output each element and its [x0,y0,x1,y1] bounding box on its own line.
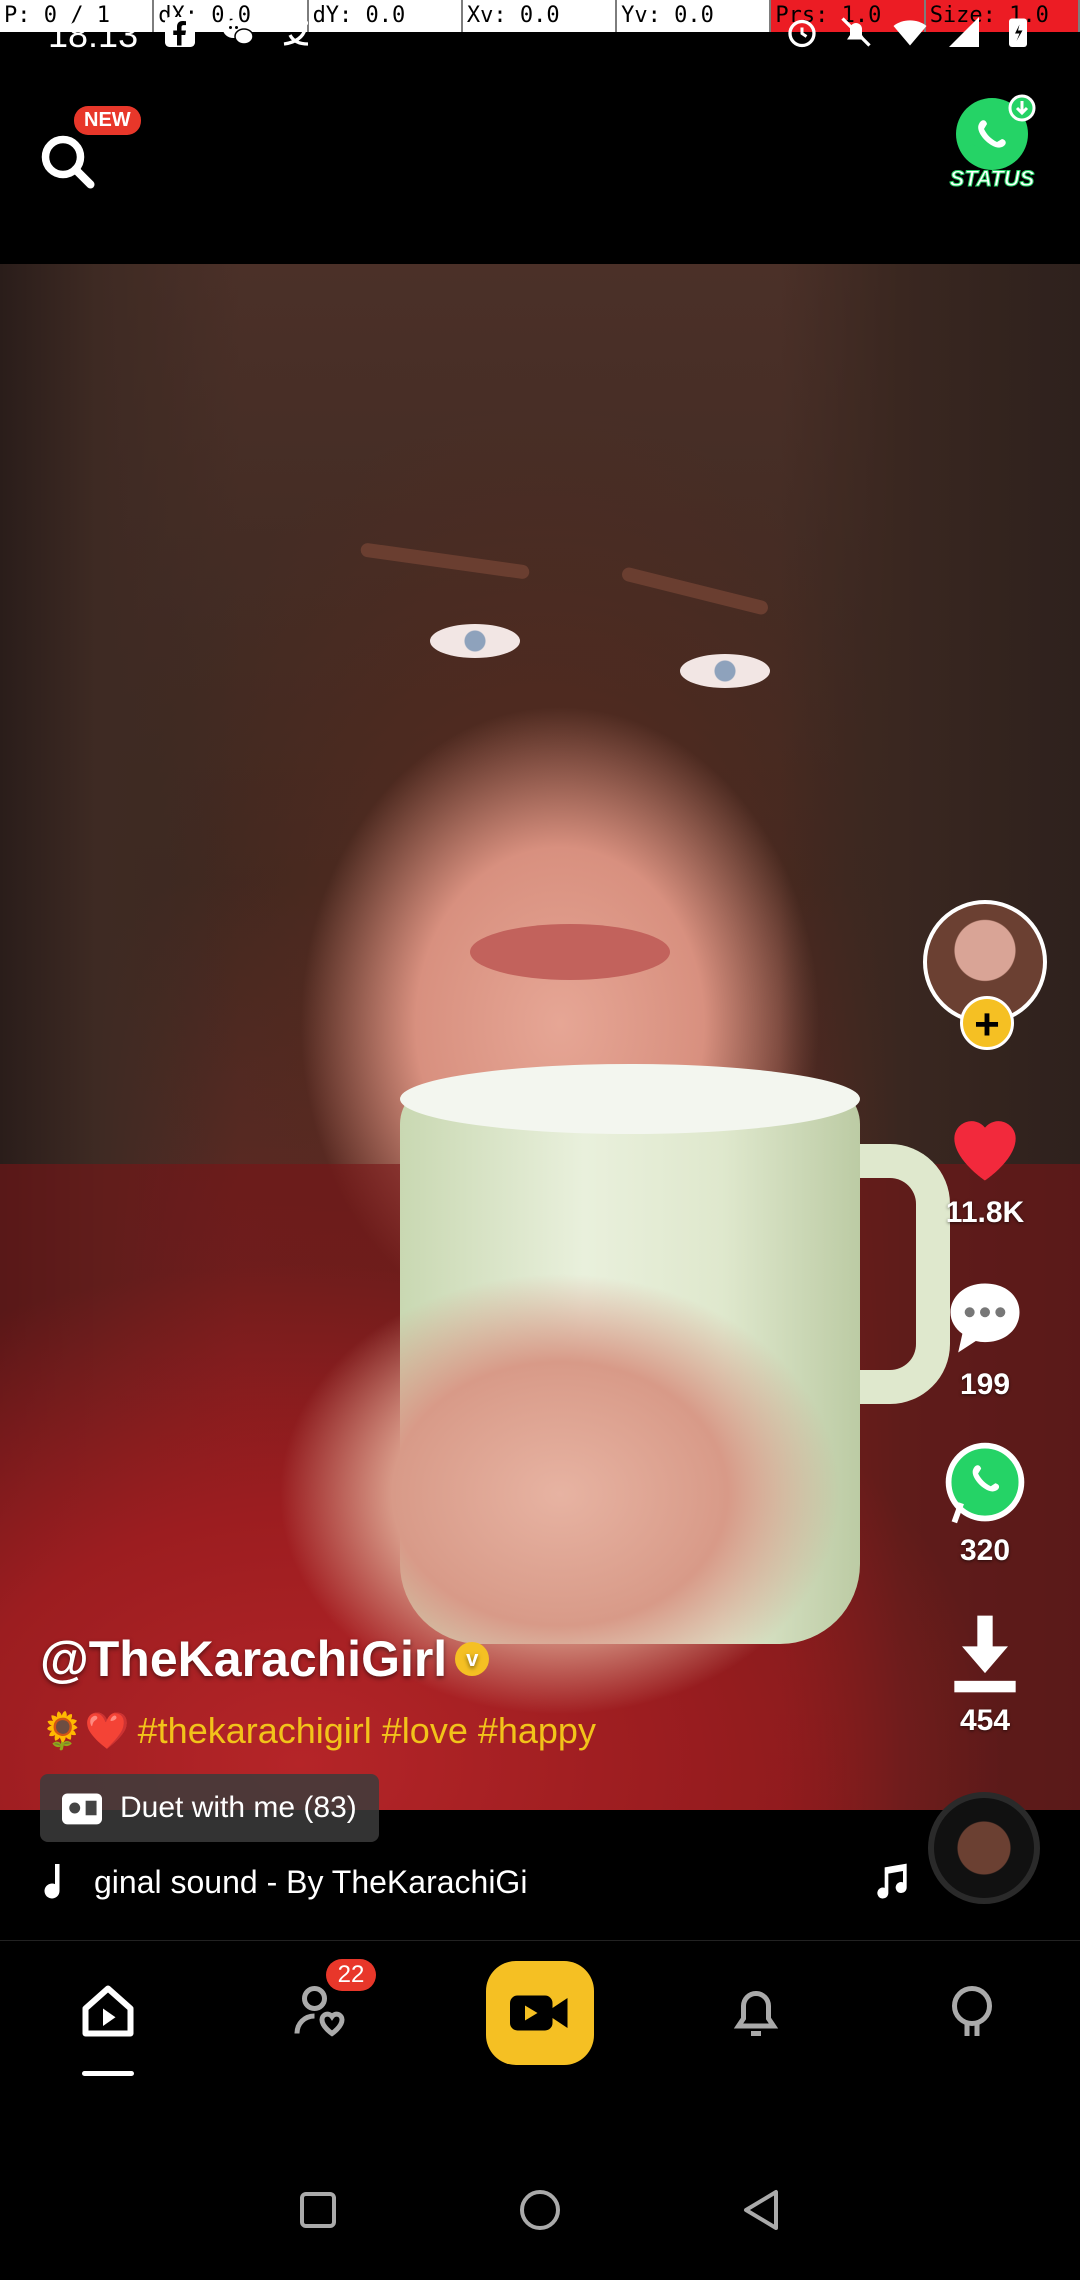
nav-profile[interactable] [902,1941,1042,2081]
comment-button[interactable]: 199 [920,1272,1050,1402]
sound-row[interactable]: ginal sound - By TheKarachiGi [40,1852,920,1912]
comment-icon [950,1283,1020,1353]
pointer-count: P: 0 / 1 [0,0,155,32]
whatsapp-status-icon: STATUS [949,94,1036,192]
download-icon [954,1615,1016,1693]
new-badge: NEW [74,106,141,135]
video-frame-eye-right [680,654,770,688]
top-header: NEW STATUS [0,64,1080,264]
record-button[interactable] [486,1961,594,2065]
sound-disc[interactable] [928,1792,1040,1904]
follow-plus-icon[interactable]: + [960,996,1014,1050]
video-frame-eye-left [430,624,520,658]
home-active-indicator [82,2071,134,2076]
video-frame-brow-right [620,566,770,616]
profile-icon [952,1986,992,2036]
video-frame-mug-rim [400,1064,860,1134]
pointer-location-overlay: P: 0 / 1 dX: 0.0 dY: 0.0 Xv: 0.0 Yv: 0.0… [0,0,1080,32]
home-circle-icon [520,2190,560,2230]
nav-notifications[interactable] [686,1941,826,2081]
duet-button[interactable]: Duet with me (83) [40,1774,379,1842]
like-button[interactable]: 11.8K [920,1100,1050,1230]
status-label: STATUS [950,166,1035,191]
download-button[interactable]: 454 [920,1608,1050,1738]
video-frame-lips [470,924,670,980]
delta-x: dX: 0.0 [154,0,309,32]
whatsapp-icon [945,1442,1025,1524]
caption-emoji: 🌻❤️ [40,1710,130,1751]
touch-size: Size: 1.0 [925,0,1080,32]
music-notes-icon [877,1863,907,1899]
home-icon [82,1985,134,2037]
heart-icon [954,1121,1016,1181]
system-navigation [0,2140,1080,2280]
music-note-icon [44,1864,60,1899]
caption-hashtags[interactable]: #thekarachigirl #love #happy [138,1710,596,1752]
back-button[interactable] [722,2170,802,2250]
sound-title: ginal sound - By TheKarachiGi [94,1863,528,1900]
video-caption: 🌻❤️ #thekarachigirl #love #happy [40,1710,596,1752]
back-icon [744,2190,778,2230]
bell-icon [733,1991,779,2036]
following-badge: 22 [326,1959,376,1991]
username-text: @TheKarachiGirl [40,1631,448,1687]
delta-y: dY: 0.0 [309,0,463,32]
video-frame-brow-left [359,542,531,580]
search-icon [41,135,95,189]
download-count: 454 [959,1704,1011,1737]
creator-username[interactable]: @TheKarachiGirl v [40,1630,490,1688]
pressure: Prs: 1.0 [771,0,926,32]
share-button[interactable]: 320 [920,1438,1050,1568]
recents-button[interactable] [278,2170,358,2250]
camera-icon [510,1995,568,2031]
video-player[interactable] [0,264,1080,1810]
bottom-navigation: 22 [0,1940,1080,2080]
nav-following[interactable] [252,1941,392,2081]
share-count: 320 [959,1534,1011,1567]
duet-icon [62,1793,102,1825]
velocity-x: Xv: 0.0 [463,0,618,32]
home-system-button[interactable] [500,2170,580,2250]
nav-home[interactable] [38,1941,178,2081]
duet-label: Duet with me (83) [120,1791,357,1824]
verified-badge-icon: v [455,1642,490,1676]
velocity-y: Yv: 0.0 [617,0,772,32]
recents-icon [300,2192,336,2228]
comment-count: 199 [959,1368,1011,1401]
like-count: 11.8K [945,1196,1025,1229]
whatsapp-status-button[interactable]: STATUS [944,94,1044,194]
